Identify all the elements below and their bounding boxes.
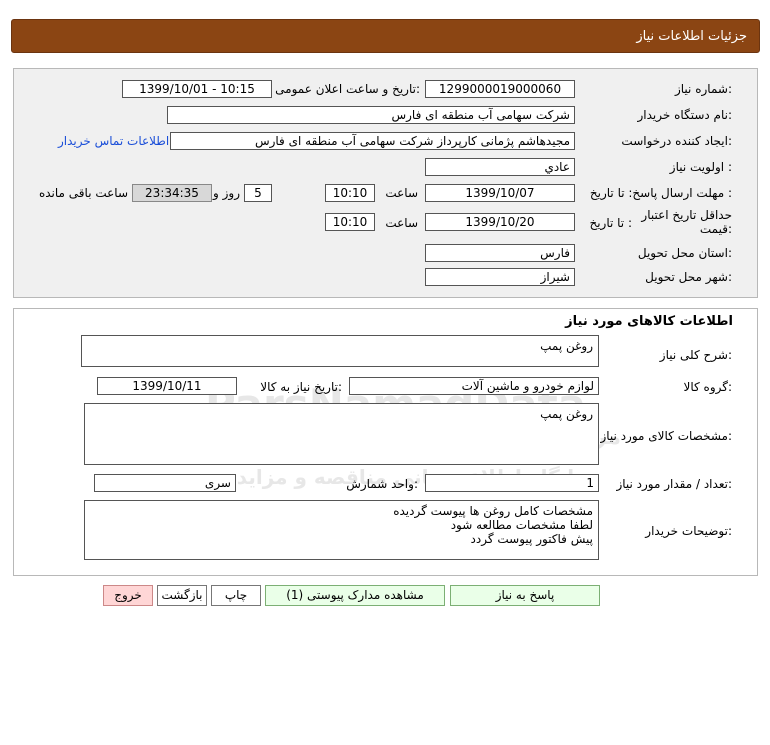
validity-to-label: تا تاریخ : bbox=[589, 216, 632, 230]
province-field: فارس bbox=[425, 244, 575, 262]
general-desc-label: شرح کلی نیاز: bbox=[659, 348, 732, 362]
page-title: جزئیات اطلاعات نیاز bbox=[636, 29, 747, 44]
city-field: شیراز bbox=[425, 268, 575, 286]
need-date-field: 1399/10/11 bbox=[97, 377, 237, 395]
remaining-time-field: 23:34:35 bbox=[132, 184, 212, 202]
days-field: 5 bbox=[244, 184, 272, 202]
buyer-notes-line-1: مشخصات کامل روغن ها پیوست گردیده bbox=[393, 504, 593, 518]
validity-time-label: ساعت bbox=[385, 216, 418, 230]
reply-button[interactable]: پاسخ به نیاز bbox=[450, 585, 600, 606]
qty-label: تعداد / مقدار مورد نیاز: bbox=[616, 477, 732, 491]
buyer-notes-line-3: پیش فاکتور پیوست گردد bbox=[470, 532, 593, 546]
deadline-date-field: 1399/10/07 bbox=[425, 184, 575, 202]
attachments-button[interactable]: مشاهده مدارک پیوستی (1) bbox=[265, 585, 445, 606]
need-number-field: 1299000019000060 bbox=[425, 80, 575, 98]
deadline-time-label: ساعت bbox=[385, 186, 418, 200]
announce-field: 1399/10/01 - 10:15 bbox=[122, 80, 272, 98]
goods-group-label: گروه کالا: bbox=[683, 380, 733, 394]
need-details-panel bbox=[13, 68, 758, 298]
spec-label: مشخصات کالای مورد نیاز: bbox=[600, 429, 732, 443]
buyer-org-label: نام دستگاه خریدار: bbox=[637, 108, 733, 122]
unit-field: سری bbox=[94, 474, 236, 492]
validity-date-field: 1399/10/20 bbox=[425, 213, 575, 231]
buyer-notes-field: مشخصات کامل روغن ها پیوست گردیده لطفا مش… bbox=[84, 500, 599, 560]
back-button[interactable]: بازگشت bbox=[157, 585, 207, 606]
requester-field: مجیدهاشم پژمانی کارپرداز شرکت سهامی آب م… bbox=[170, 132, 575, 150]
province-label: استان محل تحویل: bbox=[637, 246, 732, 260]
requester-label: ایجاد کننده درخواست: bbox=[621, 134, 732, 148]
general-desc-field: روغن پمپ bbox=[81, 335, 599, 367]
announce-label: تاریخ و ساعت اعلان عمومی: bbox=[275, 82, 420, 96]
page-header: جزئیات اطلاعات نیاز bbox=[11, 19, 760, 53]
qty-field: 1 bbox=[425, 474, 599, 492]
exit-button[interactable]: خروج bbox=[103, 585, 153, 606]
goods-group-field: لوازم خودرو و ماشین آلات bbox=[349, 377, 599, 395]
buyer-notes-label: توضیحات خریدار: bbox=[645, 524, 732, 538]
remaining-label: ساعت باقی مانده bbox=[38, 186, 128, 200]
city-label: شهر محل تحویل: bbox=[645, 270, 732, 284]
print-button[interactable]: چاپ bbox=[211, 585, 261, 606]
deadline-label: مهلت ارسال پاسخ: تا تاریخ : bbox=[589, 186, 732, 200]
priority-field: عادي bbox=[425, 158, 575, 176]
buyer-notes-line-2: لطفا مشخصات مطالعه شود bbox=[450, 518, 593, 532]
priority-label: اولویت نیاز : bbox=[669, 160, 732, 174]
validity-time-field: 10:10 bbox=[325, 213, 375, 231]
need-number-label: شماره نیاز: bbox=[674, 82, 732, 96]
need-date-label: تاریخ نیاز به کالا: bbox=[260, 380, 342, 394]
buyer-contact-link[interactable]: اطلاعات تماس خریدار bbox=[58, 134, 169, 148]
days-label: روز و bbox=[213, 186, 240, 200]
goods-section-title: اطلاعات کالاهای مورد نیاز bbox=[565, 314, 733, 329]
buyer-org-field: شرکت سهامی آب منطقه ای فارس bbox=[167, 106, 575, 124]
validity-label: حداقل تاریخ اعتبار قیمت: bbox=[641, 208, 732, 236]
unit-label: واحد شمارش: bbox=[346, 477, 418, 491]
deadline-time-field: 10:10 bbox=[325, 184, 375, 202]
spec-field: روغن پمپ bbox=[84, 403, 599, 465]
